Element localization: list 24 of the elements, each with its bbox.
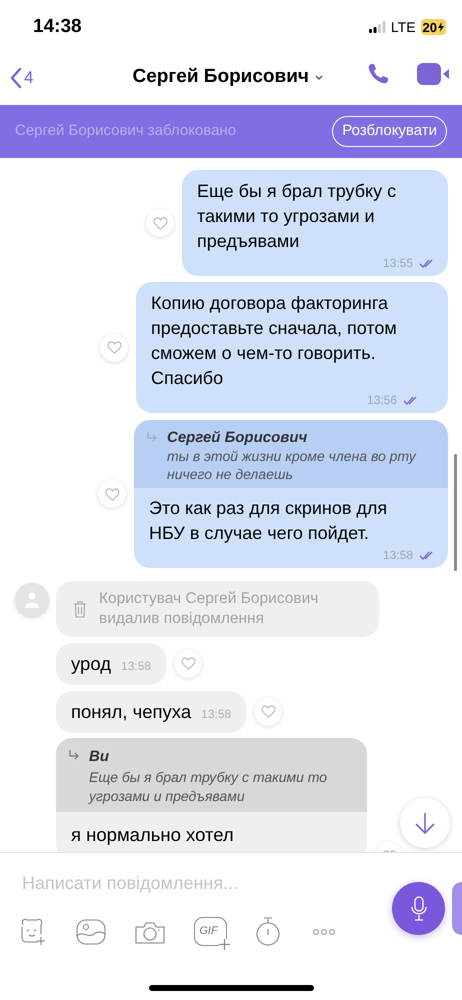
clock-time: 14:38 xyxy=(33,14,82,39)
message-text: я нормально хотел xyxy=(71,823,235,847)
message-text: Копию договора факторинга предоставьте сначала, потом сможем о чем-то говорить. Спасибо xyxy=(151,292,398,390)
deleted-notice: Користувач Сергей Борисович видалив повідомлення xyxy=(99,589,320,629)
message-time: 13:55 xyxy=(382,255,413,272)
quote-author: Сергей Борисович xyxy=(167,428,308,447)
back-button[interactable]: 4 xyxy=(10,64,34,90)
blocked-notice: Сергей Борисович заблоковано xyxy=(15,121,236,142)
message-time: 13:58 xyxy=(121,658,152,675)
quote-author: Ви xyxy=(89,746,110,766)
quote-text: Еще бы я брал трубку с такими то угрозами и предъявами xyxy=(89,768,328,806)
contact-title[interactable]: Сергей Борисович xyxy=(132,63,323,92)
message-text: урод xyxy=(71,652,112,676)
battery-indicator: 20 xyxy=(420,19,446,35)
network-label: LTE xyxy=(390,18,416,36)
message-text: Еще бы я брал трубку с такими то угрозами и предъявами xyxy=(197,180,398,253)
message-time: 13:58 xyxy=(382,547,413,564)
quote-text: ты в этой жизни кроме члена во рту ничего не делаешь xyxy=(167,447,418,483)
message-text: Это как раз для скринов для НБУ в случае чего пойдет. xyxy=(149,497,388,545)
message-input[interactable]: Написати повідомлення... xyxy=(22,867,362,899)
message-time: 13:56 xyxy=(366,392,397,409)
unblock-button[interactable]: Розблокувати xyxy=(332,116,447,147)
message-text: понял, чепуха xyxy=(71,700,192,724)
message-time: 13:58 xyxy=(201,706,232,723)
